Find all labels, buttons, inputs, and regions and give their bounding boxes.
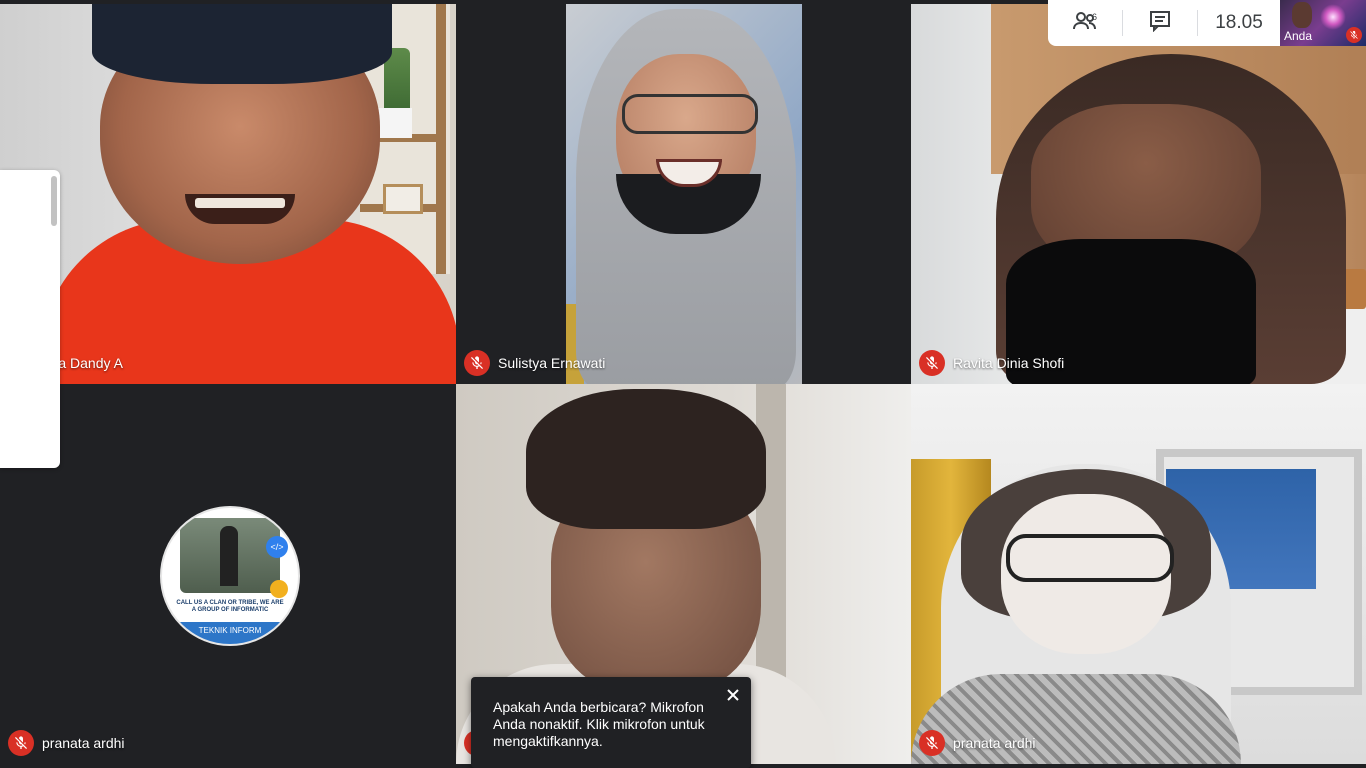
clock: 18.05 (1215, 12, 1263, 33)
participant-tile-3[interactable]: Ravita Dinia Shofi (911, 4, 1366, 384)
participant-video (911, 4, 1366, 384)
self-label: Anda (1284, 29, 1313, 43)
mic-off-icon (8, 730, 34, 756)
participant-name-row: Ravita Dinia Shofi (919, 350, 1064, 376)
participant-name: pranata ardhi (42, 735, 125, 751)
toast-message: Apakah Anda berbicara? Mikrofon Anda non… (493, 699, 705, 749)
chat-button[interactable] (1123, 0, 1197, 46)
mic-off-icon (1346, 27, 1362, 43)
scrollbar[interactable] (51, 176, 57, 226)
participant-tile-2[interactable]: Sulistya Ernawati (456, 4, 911, 384)
mic-muted-toast: Apakah Anda berbicara? Mikrofon Anda non… (471, 677, 751, 768)
self-view[interactable]: Anda (1280, 0, 1366, 46)
people-count: 6 (1092, 12, 1098, 22)
participant-tile-4[interactable]: </> CALL US A CLAN OR TRIBE, WE ARE A GR… (0, 384, 456, 764)
chat-icon (1149, 10, 1171, 37)
side-panel[interactable] (0, 170, 60, 468)
mic-off-icon (919, 730, 945, 756)
participant-name: Ravita Dinia Shofi (953, 355, 1065, 371)
participant-tile-6[interactable]: pranata ardhi (911, 384, 1366, 764)
mic-off-icon (464, 350, 490, 376)
participant-video (456, 4, 911, 384)
mic-off-icon (919, 350, 945, 376)
avatar-band: TEKNIK INFORM (162, 622, 298, 644)
participant-name-row: pranata ardhi (8, 730, 125, 756)
top-toolbar: 6 18.05 (1048, 0, 1280, 46)
participant-name-row: pranata ardhi (919, 730, 1036, 756)
participant-name-row: Sulistya Ernawati (464, 350, 605, 376)
participant-video (911, 384, 1366, 764)
coin-icon (270, 580, 288, 598)
avatar-slogan: CALL US A CLAN OR TRIBE, WE ARE A GROUP … (176, 600, 284, 613)
close-icon (726, 688, 740, 707)
toast-close-button[interactable] (723, 687, 743, 707)
participant-tile-1[interactable]: Eza Dandy A (0, 4, 456, 384)
participant-video (0, 4, 456, 384)
avatar: </> CALL US A CLAN OR TRIBE, WE ARE A GR… (160, 506, 300, 646)
code-icon: </> (266, 536, 288, 558)
participant-name: Sulistya Ernawati (498, 355, 606, 371)
people-button[interactable]: 6 (1048, 0, 1122, 46)
participant-name: pranata ardhi (953, 735, 1036, 751)
